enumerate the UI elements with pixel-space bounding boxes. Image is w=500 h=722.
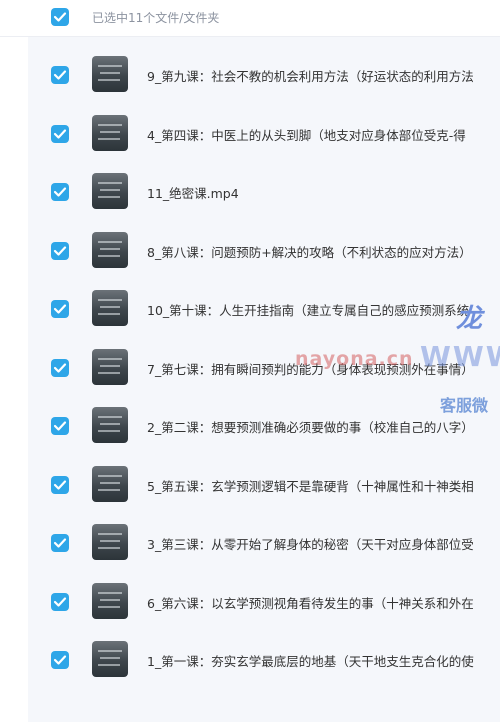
check-icon bbox=[53, 362, 67, 373]
file-checkbox[interactable] bbox=[51, 651, 69, 669]
video-thumbnail bbox=[92, 348, 128, 385]
check-icon bbox=[53, 12, 67, 22]
file-checkbox[interactable] bbox=[51, 124, 69, 143]
file-checkbox[interactable] bbox=[51, 534, 69, 552]
video-thumbnail bbox=[92, 231, 128, 268]
file-row[interactable]: 1_第一课：夯实玄学最底层的地基（天干地支生克合化的使 bbox=[28, 631, 500, 689]
file-checkbox[interactable] bbox=[51, 300, 69, 318]
file-name[interactable]: 10_第十课：人生开挂指南（建立专属自己的感应预测系统 bbox=[147, 300, 469, 319]
selection-count-text: 已选中11个文件/文件夹 bbox=[92, 11, 220, 25]
check-icon bbox=[53, 655, 67, 665]
file-row[interactable]: 7_第七课：拥有瞬间预判的能力（身体表现预测外在事情） bbox=[28, 339, 500, 397]
file-checkbox[interactable] bbox=[51, 592, 69, 611]
file-list-page: 已选中11个文件/文件夹 9_第九课：社会不教的机会利用方法（好运状态的利用方法… bbox=[0, 0, 500, 722]
file-row[interactable]: 9_第九课：社会不教的机会利用方法（好运状态的利用方法 bbox=[28, 46, 500, 104]
video-thumbnail bbox=[92, 173, 128, 209]
check-icon bbox=[53, 70, 67, 80]
file-row[interactable]: 4_第四课：中医上的从头到脚（地支对应身体部位受克-得 bbox=[28, 105, 500, 163]
video-thumbnail bbox=[92, 582, 128, 619]
check-icon bbox=[53, 245, 67, 256]
file-row[interactable]: 6_第六课：以玄学预测视角看待发生的事（十神关系和外在 bbox=[28, 573, 500, 631]
file-row[interactable]: 11_绝密课.mp4 bbox=[28, 163, 500, 221]
check-icon bbox=[53, 538, 67, 548]
file-name[interactable]: 5_第五课：玄学预测逻辑不是靠硬背（十神属性和十神类相 bbox=[147, 476, 474, 495]
video-thumbnail bbox=[92, 114, 128, 151]
selection-header: 已选中11个文件/文件夹 bbox=[0, 0, 500, 37]
file-checkbox[interactable] bbox=[51, 358, 69, 377]
video-thumbnail bbox=[92, 290, 128, 326]
file-row[interactable]: 5_第五课：玄学预测逻辑不是靠硬背（十神属性和十神类相 bbox=[28, 456, 500, 514]
check-icon bbox=[53, 421, 67, 431]
file-name[interactable]: 1_第一课：夯实玄学最底层的地基（天干地支生克合化的使 bbox=[147, 651, 474, 670]
file-row[interactable]: 10_第十课：人生开挂指南（建立专属自己的感应预测系统 bbox=[28, 280, 500, 338]
video-thumbnail bbox=[92, 465, 128, 502]
file-name[interactable]: 9_第九课：社会不教的机会利用方法（好运状态的利用方法 bbox=[147, 66, 474, 85]
file-name[interactable]: 2_第二课：想要预测准确必须要做的事（校准自己的八字） bbox=[147, 417, 474, 436]
file-name[interactable]: 7_第七课：拥有瞬间预判的能力（身体表现预测外在事情） bbox=[147, 359, 474, 378]
select-all-checkbox[interactable] bbox=[51, 8, 69, 26]
video-thumbnail bbox=[92, 641, 128, 677]
check-icon bbox=[53, 187, 67, 197]
file-checkbox[interactable] bbox=[51, 241, 69, 260]
left-margin bbox=[0, 0, 28, 722]
video-thumbnail bbox=[92, 407, 128, 443]
file-row[interactable]: 2_第二课：想要预测准确必须要做的事（校准自己的八字） bbox=[28, 397, 500, 455]
file-checkbox[interactable] bbox=[51, 475, 69, 494]
file-name[interactable]: 6_第六课：以玄学预测视角看待发生的事（十神关系和外在 bbox=[147, 593, 474, 612]
file-row[interactable]: 8_第八课：问题预防+解决的攻略（不利状态的应对方法） bbox=[28, 222, 500, 280]
file-row[interactable]: 3_第三课：从零开始了解身体的秘密（天干对应身体部位受 bbox=[28, 514, 500, 572]
check-icon bbox=[53, 304, 67, 314]
check-icon bbox=[53, 479, 67, 490]
file-name[interactable]: 8_第八课：问题预防+解决的攻略（不利状态的应对方法） bbox=[147, 242, 472, 261]
file-checkbox[interactable] bbox=[51, 417, 69, 435]
file-name[interactable]: 11_绝密课.mp4 bbox=[147, 183, 239, 202]
file-name[interactable]: 3_第三课：从零开始了解身体的秘密（天干对应身体部位受 bbox=[147, 534, 474, 553]
file-checkbox[interactable] bbox=[51, 66, 69, 84]
video-thumbnail bbox=[92, 56, 128, 92]
video-thumbnail bbox=[92, 524, 128, 560]
check-icon bbox=[53, 596, 67, 607]
file-checkbox[interactable] bbox=[51, 183, 69, 201]
file-name[interactable]: 4_第四课：中医上的从头到脚（地支对应身体部位受克-得 bbox=[147, 125, 466, 144]
check-icon bbox=[53, 128, 67, 139]
